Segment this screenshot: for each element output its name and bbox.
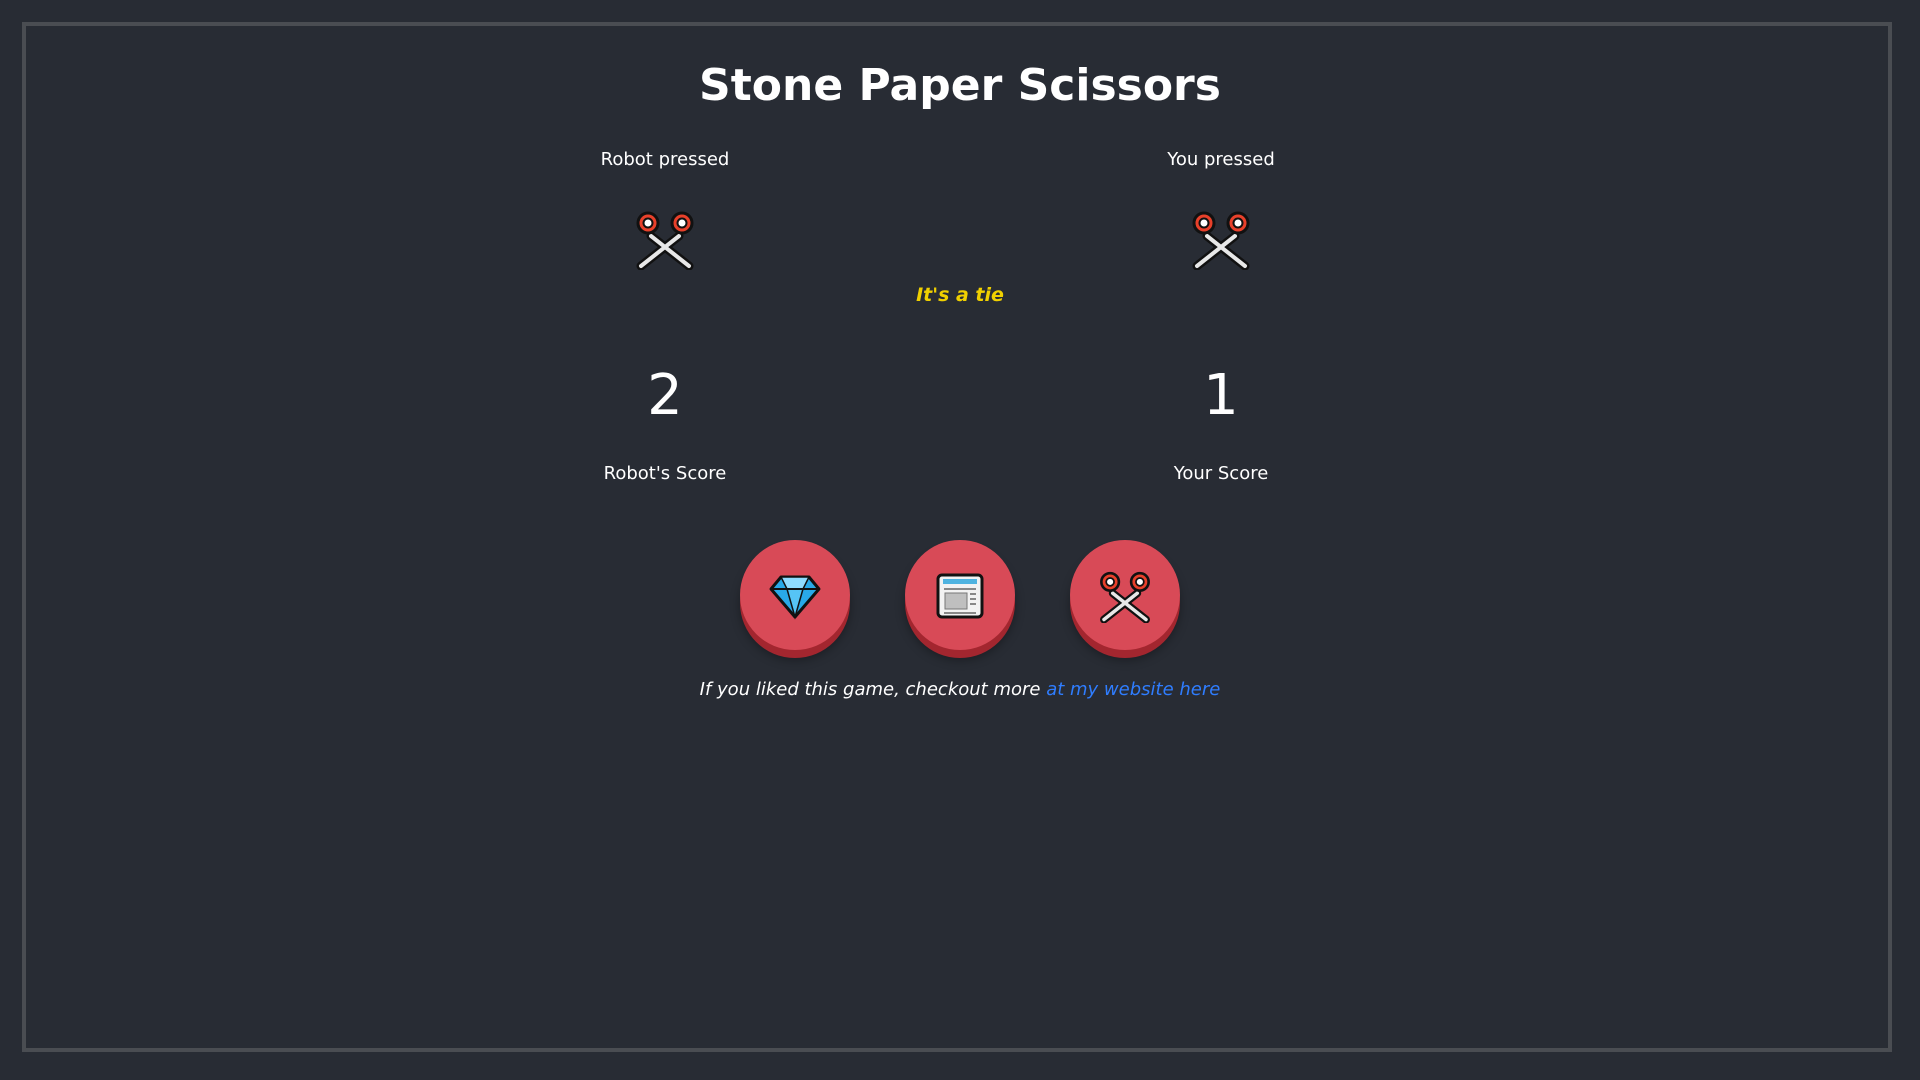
scissors-icon: [636, 211, 694, 270]
robot-score-label: Robot's Score: [603, 463, 727, 484]
footer-text: If you liked this game, checkout more: [699, 679, 1047, 700]
robot-score: 2: [647, 363, 683, 428]
paper-button[interactable]: [905, 540, 1015, 650]
player-pressed-label: You pressed: [1167, 149, 1275, 170]
player-score-label: Your Score: [1173, 463, 1269, 484]
newspaper-icon: [936, 573, 984, 619]
result-text: It's a tie: [916, 284, 1004, 306]
website-link[interactable]: at my website here: [1046, 679, 1220, 700]
game-frame: [22, 22, 1892, 1052]
footer: If you liked this game, checkout more at…: [0, 678, 1920, 702]
page-title: Stone Paper Scissors: [699, 60, 1221, 111]
gem-stone-icon: [769, 575, 821, 620]
scissors-icon: [1192, 211, 1250, 270]
player-score: 1: [1203, 363, 1239, 428]
robot-pressed-label: Robot pressed: [600, 149, 730, 170]
scissors-icon: [1100, 571, 1150, 623]
stone-button[interactable]: [740, 540, 850, 650]
scissors-button[interactable]: [1070, 540, 1180, 650]
